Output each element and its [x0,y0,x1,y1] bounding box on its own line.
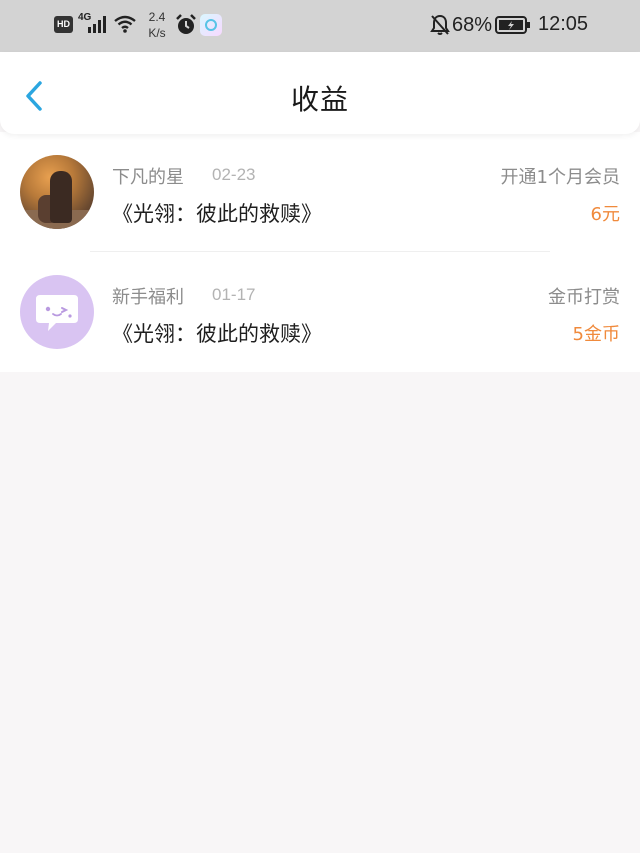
hd-badge: HD [54,16,73,33]
earning-date: 01-17 [212,285,256,304]
earning-item[interactable]: 新手福利 01-17 《光翎：彼此的救赎》 金币打赏 5金币 [0,252,640,372]
earning-type: 开通1个月会员 [500,167,620,188]
battery-percent: 68% [452,14,493,36]
mute-bell-icon [430,14,450,40]
earning-item[interactable]: 下凡的星 02-23 《光翎：彼此的救赎》 开通1个月会员 6元 [0,132,640,252]
earning-type: 金币打赏 [548,287,620,308]
earning-amount: 5金币 [572,324,620,345]
alarm-icon [175,14,197,40]
speed-value: 2.4 [148,10,166,24]
book-title: 《光翎：彼此的救赎》 [112,202,322,226]
page-header: 收益 [0,52,640,134]
user-avatar[interactable] [20,155,94,229]
signal-icon [87,15,109,37]
page-title: 收益 [290,83,349,116]
user-name: 下凡的星 [112,167,184,188]
app-notification-icon [200,14,222,36]
chat-bubble-icon [36,295,78,331]
status-bar: HD 4G 2.4 K/s 68% 12:05 [0,0,640,52]
user-name: 新手福利 [112,287,184,308]
speed-unit: K/s [148,26,166,40]
earnings-list: 下凡的星 02-23 《光翎：彼此的救赎》 开通1个月会员 6元 新手福利 01… [0,132,640,372]
chat-bubble-avatar[interactable] [20,275,94,349]
earning-date: 02-23 [212,165,256,184]
book-title: 《光翎：彼此的救赎》 [112,322,322,346]
earning-amount: 6元 [590,204,620,225]
wifi-icon [113,14,137,38]
clock: 12:05 [538,13,589,35]
network-speed: 2.4 K/s [143,9,171,41]
battery-charging-icon [495,16,531,38]
